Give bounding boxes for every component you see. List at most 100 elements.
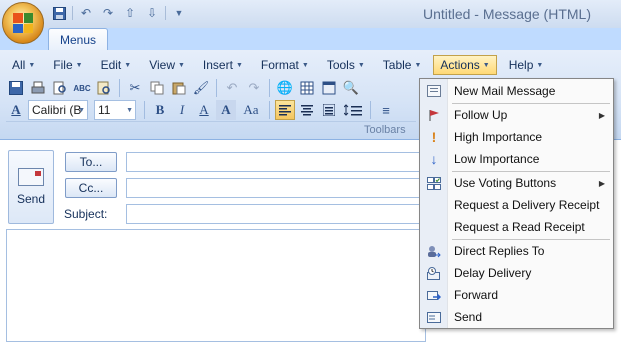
delay-delivery-icon	[420, 266, 448, 280]
font-size-combo[interactable]: 11 ▼	[94, 100, 136, 120]
format-painter-icon[interactable]: 🖌	[191, 78, 211, 98]
justify-icon[interactable]	[319, 100, 339, 120]
down-arrow-icon[interactable]: ⇩	[143, 5, 161, 21]
menu-label: All	[12, 58, 26, 72]
menu-item-request-delivery-receipt[interactable]: Request a Delivery Receipt	[420, 194, 613, 216]
menu-item-forward[interactable]: Forward	[420, 284, 613, 306]
menu-item-follow-up[interactable]: Follow Up ▶	[420, 104, 613, 126]
bold-button[interactable]: B	[150, 100, 170, 120]
menu-all[interactable]: All ▼	[6, 55, 41, 75]
chevron-down-icon: ▼	[124, 61, 132, 69]
menu-file[interactable]: File ▼	[47, 55, 88, 75]
menu-help[interactable]: Help ▼	[503, 55, 550, 75]
chevron-down-icon: ▼	[235, 61, 243, 69]
tab-menus[interactable]: Menus	[48, 28, 108, 51]
chevron-down-icon: ▼	[78, 106, 85, 114]
cut-icon[interactable]: ✂	[125, 78, 145, 98]
font-name-combo[interactable]: Calibri (B ▼	[28, 100, 88, 120]
table-icon[interactable]	[297, 78, 317, 98]
undo-icon[interactable]: ↶	[222, 78, 242, 98]
chevron-down-icon: ▼	[536, 61, 544, 69]
menu-item-label: Forward	[454, 288, 499, 302]
menu-table[interactable]: Table ▼	[377, 55, 428, 75]
send-icon	[420, 311, 448, 323]
spelling-icon[interactable]: ABC	[72, 78, 92, 98]
subject-field[interactable]	[126, 204, 426, 224]
menu-actions[interactable]: Actions ▼	[433, 55, 497, 75]
menu-item-label: Use Voting Buttons	[454, 176, 557, 190]
redo-icon[interactable]: ↷	[99, 5, 117, 21]
align-left-icon[interactable]	[275, 100, 295, 120]
menu-item-high-importance[interactable]: ! High Importance	[420, 126, 613, 148]
highlight-button[interactable]: A	[216, 100, 236, 120]
send-button[interactable]: Send	[8, 150, 54, 224]
paste-icon[interactable]	[169, 78, 189, 98]
toolbar-separator	[216, 79, 217, 97]
menu-item-direct-replies-to[interactable]: Direct Replies To	[420, 240, 613, 262]
hyperlink-icon[interactable]: 🌐	[275, 78, 295, 98]
menu-view[interactable]: View ▼	[143, 55, 191, 75]
menu-item-send[interactable]: Send	[420, 306, 613, 328]
columns-icon[interactable]	[319, 78, 339, 98]
menu-tools[interactable]: Tools ▼	[321, 55, 371, 75]
research-icon[interactable]	[94, 78, 114, 98]
font-name-value: Calibri (B	[32, 103, 82, 117]
up-arrow-icon[interactable]: ⇧	[121, 5, 139, 21]
menu-item-label: Delay Delivery	[454, 266, 532, 280]
voting-icon	[420, 176, 448, 190]
menu-item-new-mail-message[interactable]: New Mail Message	[420, 80, 613, 102]
menu-label: Actions	[440, 58, 480, 72]
office-logo-icon	[13, 13, 33, 33]
menu-item-delay-delivery[interactable]: Delay Delivery	[420, 262, 613, 284]
save-icon[interactable]	[50, 5, 68, 21]
submenu-arrow-icon: ▶	[598, 110, 605, 120]
cc-button[interactable]: Cc...	[65, 178, 117, 198]
print-icon[interactable]	[28, 78, 48, 98]
toolbars-group-label: Toolbars	[364, 124, 406, 136]
copy-icon[interactable]	[147, 78, 167, 98]
change-case-button[interactable]: Aa	[238, 100, 264, 120]
line-spacing-icon[interactable]	[341, 100, 365, 120]
find-icon[interactable]: 🔍	[341, 78, 361, 98]
styles-icon[interactable]: A	[6, 100, 26, 120]
chevron-down-icon: ▼	[357, 61, 365, 69]
menu-item-use-voting-buttons[interactable]: Use Voting Buttons ▶	[420, 172, 613, 194]
chevron-down-icon: ▼	[177, 61, 185, 69]
menu-item-low-importance[interactable]: ↓ Low Importance	[420, 148, 613, 170]
quick-access-toolbar: ↶ ↷ ⇧ ⇩ ▼	[50, 5, 188, 21]
menu-item-request-read-receipt[interactable]: Request a Read Receipt	[420, 216, 613, 238]
chevron-down-icon: ▼	[75, 61, 83, 69]
toolbar-separator	[269, 79, 270, 97]
to-button[interactable]: To...	[65, 152, 117, 172]
cc-field[interactable]	[126, 178, 426, 198]
bullets-icon[interactable]: ≡	[376, 100, 396, 120]
new-mail-icon	[420, 85, 448, 97]
direct-replies-icon	[420, 245, 448, 258]
italic-button[interactable]: I	[172, 100, 192, 120]
submenu-arrow-icon: ▶	[598, 178, 605, 188]
chevron-down-icon: ▼	[482, 61, 490, 69]
print-preview-icon[interactable]	[50, 78, 70, 98]
redo-icon[interactable]: ↷	[244, 78, 264, 98]
align-center-icon[interactable]	[297, 100, 317, 120]
menu-edit[interactable]: Edit ▼	[95, 55, 138, 75]
menu-label: File	[53, 58, 73, 72]
menu-label: Table	[382, 58, 412, 72]
chevron-down-icon: ▼	[126, 106, 133, 114]
message-body[interactable]	[6, 229, 426, 342]
underline-button[interactable]: A	[194, 100, 214, 120]
to-field[interactable]	[126, 152, 426, 172]
menu-insert[interactable]: Insert ▼	[197, 55, 249, 75]
menu-item-label: New Mail Message	[454, 84, 556, 98]
menu-format[interactable]: Format ▼	[255, 55, 315, 75]
forward-icon	[420, 289, 448, 302]
save-icon[interactable]	[6, 78, 26, 98]
undo-icon[interactable]: ↶	[77, 5, 95, 21]
toolbar-separator	[370, 101, 371, 119]
office-button[interactable]	[2, 2, 44, 44]
customize-qat-icon[interactable]: ▼	[170, 5, 188, 21]
qat-separator	[72, 6, 73, 20]
menu-label: Help	[508, 58, 534, 72]
standard-toolbar: ABC ✂ 🖌 ↶ ↷ 🌐 🔍	[6, 77, 361, 99]
menu-item-label: High Importance	[454, 130, 543, 144]
